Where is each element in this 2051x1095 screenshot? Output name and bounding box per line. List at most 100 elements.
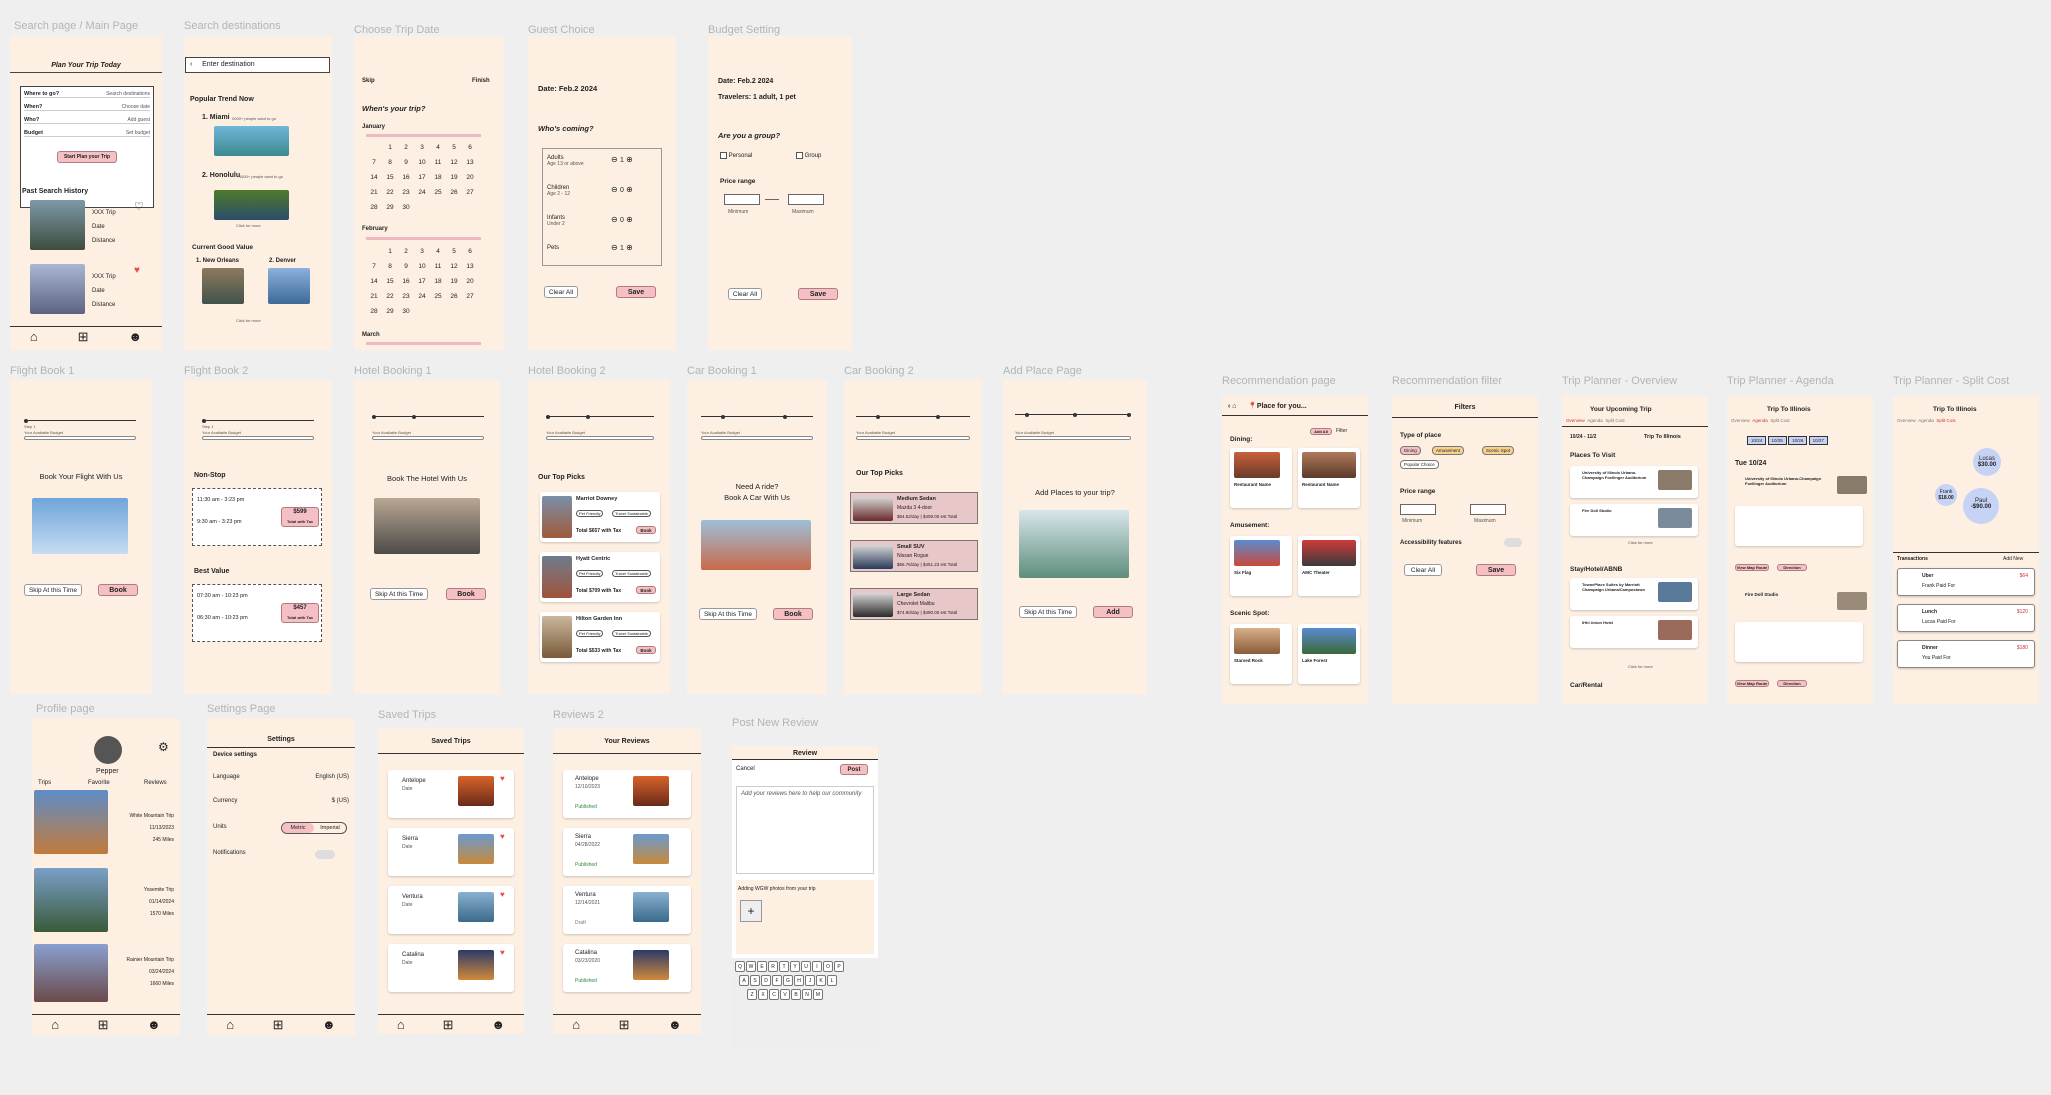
save-button[interactable]: Save [616,286,656,298]
keyboard-key[interactable]: M [813,989,823,1000]
car-card[interactable]: Medium Sedan Mazda 3 4-door $64.52/day |… [850,492,978,524]
keyboard-key[interactable]: Q [735,961,745,972]
place-card[interactable]: Restaurant Name [1298,448,1360,508]
place-card[interactable]: Starved Rock [1230,624,1292,684]
stepper-children[interactable]: ⊖ 0 ⊕ [611,185,633,194]
keyboard-key[interactable]: I [812,961,822,972]
car-card[interactable]: Small SUV Nissan Rogue $66.76/day | $451… [850,540,978,572]
keyboard-key[interactable]: P [834,961,844,972]
stepper-infants[interactable]: ⊖ 0 ⊕ [611,215,633,224]
calendar-day[interactable]: 14 [366,278,382,285]
calendar-day[interactable]: 18 [430,174,446,181]
who-row[interactable]: Who? Add guest [24,117,150,124]
calendar-day[interactable]: 2 [398,144,414,151]
add-button[interactable]: Add [1093,606,1133,618]
calendar-day[interactable]: 20 [462,174,478,181]
keyboard-key[interactable]: T [779,961,789,972]
calendar-day[interactable]: 1 [382,248,398,255]
stepper-pets[interactable]: ⊖ 1 ⊕ [611,243,633,252]
review-textarea[interactable]: Add your reviews here to help our commun… [736,786,874,874]
keyboard-key[interactable]: V [780,989,790,1000]
keyboard-key[interactable]: C [769,989,779,1000]
calendar-day[interactable]: 15 [382,278,398,285]
calendar-day[interactable]: 12 [446,159,462,166]
keyboard-key[interactable]: E [757,961,767,972]
destination-input[interactable]: ‹ Enter destination [185,57,330,73]
tab-favorite[interactable]: Favorite [88,780,110,786]
keyboard-key[interactable]: R [768,961,778,972]
tab-agenda[interactable]: Agenda [1752,418,1768,423]
calendar-day[interactable]: 4 [430,144,446,151]
calendar-day[interactable]: 30 [398,308,414,315]
calendar-day[interactable] [366,144,382,151]
history-item[interactable]: XXX Trip Date Distance [92,206,116,248]
home-icon[interactable]: ⌂ [397,1017,405,1032]
calendar-day[interactable]: 30 [398,204,414,211]
start-plan-button[interactable]: Start Plan your Trip [57,151,117,163]
skip-button[interactable]: Skip At this Time [24,584,82,596]
keyboard-key[interactable]: D [761,975,771,986]
february-grid[interactable]: 1 2 3 4 5 6 7 8 9 10 11 12 13 14 15 16 17 18 19 20 21 22 23 24 2… [366,248,478,315]
keyboard-key[interactable]: A [739,975,749,986]
home-icon[interactable]: ⌂ [226,1017,234,1032]
calendar-day[interactable]: 9 [398,263,414,270]
tab-split[interactable]: Split Cost [1605,418,1624,423]
book-button[interactable]: Book [98,584,138,596]
tab-split[interactable]: Split Cost [1770,418,1789,423]
calendar-day[interactable]: 25 [430,293,446,300]
when-row[interactable]: When? Choose date [24,104,150,111]
book-button[interactable]: Book [446,588,486,600]
calendar-day[interactable]: 25 [430,189,446,196]
heart-filled-icon[interactable]: ♥ [134,265,140,276]
calendar-day[interactable]: 14 [366,174,382,181]
place-item[interactable]: University of Illinois Urbana-Champaign … [1570,466,1698,498]
keyboard-key[interactable]: B [791,989,801,1000]
calendar-day[interactable]: 11 [430,159,446,166]
profile-icon[interactable]: ☻ [491,1017,505,1032]
add-icon[interactable]: ⊞ [619,1017,630,1033]
january-grid[interactable]: 1 2 3 4 5 6 7 8 9 10 11 12 13 14 15 16 17 18 19 20 21 22 23 24 2… [366,144,478,211]
calendar-day[interactable]: 10 [414,159,430,166]
add-icon[interactable]: ⊞ [443,1017,454,1033]
finish-button[interactable]: Finish [472,78,490,84]
calendar-day[interactable]: 6 [462,248,478,255]
hotel-item[interactable]: iHhi Union Hotel [1570,616,1698,648]
profile-icon[interactable]: ☻ [147,1017,161,1032]
back-icon[interactable]: ‹ [1228,403,1230,410]
calendar-day[interactable]: 26 [446,293,462,300]
personal-checkbox[interactable]: Personal [720,152,752,159]
more-link[interactable]: Click for more [1628,540,1653,545]
calendar-day[interactable]: 7 [366,159,382,166]
hotel-card[interactable]: Hilton Garden Inn Pet Friendly Travel Su… [540,612,660,662]
min-price-input[interactable] [724,194,760,205]
calendar-day[interactable]: 16 [398,174,414,181]
home-icon[interactable]: ⌂ [30,329,38,344]
trip-item[interactable]: White Mountain Trip 11/13/2023 245 Miles [116,810,174,846]
transaction-item[interactable]: Lunch Lucas Paid For $120 [1897,604,2035,632]
cancel-button[interactable]: Cancel [736,766,755,772]
max-price-input[interactable] [788,194,824,205]
calendar-day[interactable]: 29 [382,308,398,315]
clear-all-button[interactable]: Clear All [728,288,762,300]
currency-row[interactable]: Currency $ (US) [213,798,349,804]
keyboard-key[interactable]: X [758,989,768,1000]
flight-option[interactable]: 11:30 am - 3:23 pm 9:30 am - 3:23 pm $59… [192,488,322,546]
post-button[interactable]: Post [840,764,868,775]
profile-icon[interactable]: ☻ [668,1017,682,1032]
tab-agenda[interactable]: Agenda [1918,418,1934,423]
history-item[interactable]: XXX Trip Date Distance [92,270,116,312]
skip-button[interactable]: Skip At this Time [1019,606,1077,618]
calendar-day[interactable]: 16 [398,278,414,285]
review-item[interactable]: Catalina 03/23/2020 Published [563,944,691,992]
map-route-button[interactable]: View Map Route [1735,680,1769,687]
home-icon[interactable]: ⌂ [1232,403,1236,410]
trend-item[interactable]: 1. Miami [202,114,230,121]
calendar-day[interactable]: 13 [462,263,478,270]
calendar-day[interactable]: 7 [366,263,382,270]
keyboard-key[interactable]: G [783,975,793,986]
filter-chip[interactable]: Scenic Spot [1482,446,1515,455]
add-transaction-button[interactable]: Add New [2003,556,2023,562]
saved-item[interactable]: Ventura Date ♥ [388,886,514,934]
filter-chip[interactable]: Popular Choice [1400,460,1439,469]
calendar-day[interactable]: 28 [366,308,382,315]
